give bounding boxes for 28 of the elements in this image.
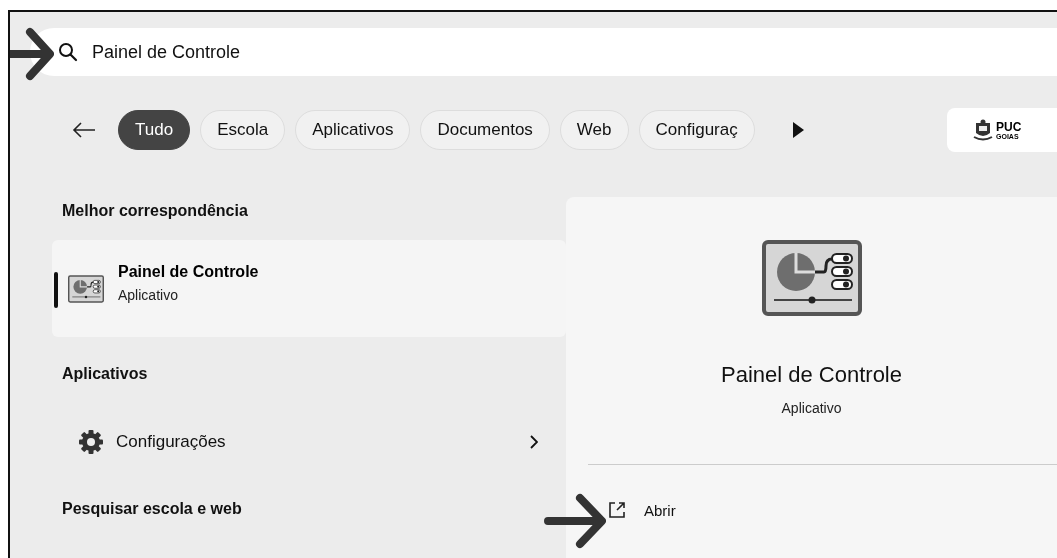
filter-tab[interactable]: Aplicativos xyxy=(295,110,411,150)
filter-tab[interactable]: Web xyxy=(559,110,629,150)
app-result[interactable]: Configurações xyxy=(78,429,538,455)
app-subtitle: Aplicativo xyxy=(781,400,842,416)
section-heading: Melhor correspondência xyxy=(62,202,249,220)
result-title: Painel de Controle xyxy=(118,262,259,281)
control-panel-icon xyxy=(68,274,104,303)
app-title: Painel de Controle xyxy=(721,362,902,388)
external-link-icon xyxy=(608,501,626,519)
filter-tab[interactable]: Escola xyxy=(200,110,286,150)
crest-icon xyxy=(973,119,993,141)
gear-icon xyxy=(78,429,104,455)
pointer-arrow-icon xyxy=(10,26,54,82)
filter-tab[interactable]: Tudo xyxy=(118,110,191,150)
back-arrow-icon[interactable] xyxy=(72,121,96,139)
search-field[interactable]: Painel de Controle xyxy=(30,28,1057,76)
logo-text: PUC xyxy=(996,120,1022,133)
chevron-icon xyxy=(530,435,538,449)
filter-tab[interactable]: Documentos xyxy=(420,110,550,150)
filter-tab[interactable]: Configuraç xyxy=(638,110,755,150)
result-subtitle: Aplicativo xyxy=(118,286,179,303)
section-heading: Aplicativos xyxy=(62,365,149,383)
selection-indicator xyxy=(54,272,58,308)
play-icon[interactable] xyxy=(790,121,805,139)
section-heading: Pesquisar escola e web xyxy=(62,500,243,518)
result-card[interactable]: Painel de Controle Aplicativo xyxy=(52,240,566,337)
control-panel-icon xyxy=(761,240,862,316)
open-action[interactable]: Abrir xyxy=(608,501,676,519)
